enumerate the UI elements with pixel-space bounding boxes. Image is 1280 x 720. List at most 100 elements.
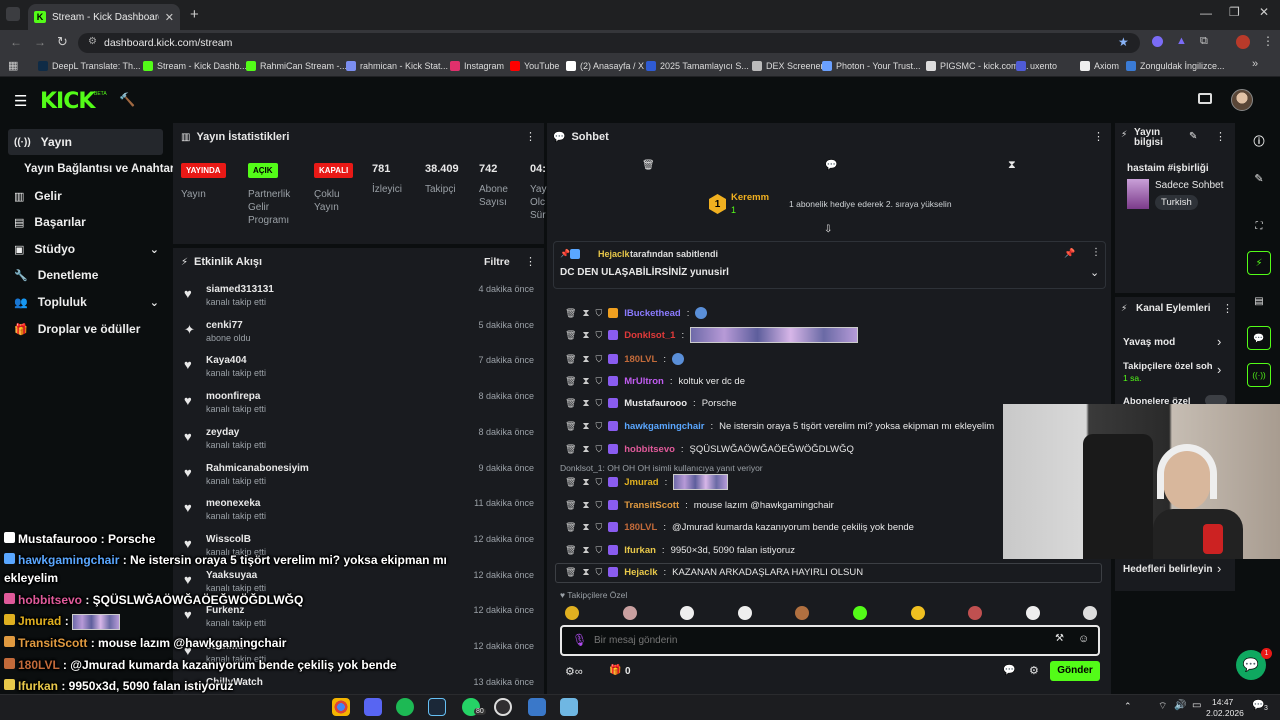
bookmark-item[interactable]: YouTube — [510, 61, 559, 71]
channel-actions-menu-icon[interactable]: ⋮ — [1222, 302, 1233, 315]
chat-message[interactable]: 🗑 ⧗ ⛉ Jmurad: — [565, 473, 734, 491]
nav-item-droplar[interactable]: 🎁 Droplar ve ödüller — [8, 316, 163, 342]
chat-message[interactable]: 🗑 ⧗ ⛉ TransitScott: mouse lazım @hawkgamingc… — [565, 496, 834, 514]
activity-row[interactable]: ♥ zeyday kanalı takip etti 8 dakika önce — [180, 427, 540, 461]
tab-close-icon[interactable]: ✕ — [165, 11, 174, 24]
chat-settings-bubble-icon[interactable]: 💬 — [1003, 665, 1015, 676]
tray-chevron-icon[interactable]: ⌃ — [1124, 701, 1132, 712]
channel-points-icon[interactable]: ⚙∞ — [565, 665, 583, 678]
bookmark-item[interactable]: Instagram — [450, 61, 504, 71]
timeout-icon[interactable]: ⧗ — [582, 477, 589, 488]
emote-shortcut-icon[interactable] — [968, 606, 983, 620]
timeout-icon[interactable]: ⧗ — [582, 500, 589, 511]
delete-message-icon[interactable]: 🗑 — [565, 354, 576, 365]
delete-message-icon[interactable]: 🗑 — [565, 421, 576, 432]
stats-menu-icon[interactable]: ⋮ — [525, 130, 536, 143]
studio-switch-icon[interactable] — [1198, 93, 1212, 104]
timeout-icon[interactable]: ⧗ — [582, 398, 589, 409]
mod-shield-icon[interactable]: ⛉ — [595, 444, 602, 455]
hamburger-menu-icon[interactable]: ☰ — [14, 92, 27, 110]
emote-shortcut-icon[interactable] — [565, 606, 579, 620]
mod-shield-icon[interactable]: ⛉ — [595, 567, 602, 578]
send-button[interactable]: Gönder — [1050, 661, 1100, 681]
mod-shield-icon[interactable]: ⛉ — [595, 421, 602, 432]
url-text[interactable]: dashboard.kick.com/stream — [104, 37, 232, 49]
nav-item-topluluk[interactable]: 👥 Topluluk ⌄ — [8, 289, 163, 315]
maximize-button[interactable]: ❐ — [1229, 5, 1240, 19]
chat-message[interactable]: 🗑 ⧗ ⛉ Ifurkan:9950×3d, 5090 falan istiyoruz — [565, 541, 795, 559]
user-avatar[interactable] — [1231, 89, 1253, 111]
activity-menu-icon[interactable]: ⋮ — [525, 255, 536, 268]
bookmark-item[interactable]: Stream - Kick Dashb... — [143, 61, 247, 71]
profile-avatar-icon[interactable] — [1236, 35, 1250, 49]
emote-shortcut-icon[interactable] — [853, 606, 867, 620]
extension-icon-2[interactable]: ▲ — [1176, 35, 1187, 47]
activity-row[interactable]: ♥ meonexeka kanalı takip etti 11 dakika önc… — [180, 498, 540, 532]
bookmark-item[interactable]: (2) Anasayfa / X — [566, 61, 644, 71]
chat-username[interactable]: hawkgamingchair — [624, 421, 704, 432]
minimize-button[interactable]: — — [1200, 6, 1212, 20]
delete-message-icon[interactable]: 🗑 — [565, 376, 576, 387]
emote-shortcut-icon[interactable] — [737, 606, 752, 620]
mod-shield-icon[interactable]: ⛉ — [595, 354, 602, 365]
clock-date[interactable]: 2.02.2026 — [1206, 708, 1244, 718]
bookmark-item[interactable]: uxento — [1016, 61, 1057, 71]
pinned-expand-chevron-icon[interactable]: ⌄ — [1090, 266, 1099, 279]
document-icon[interactable]: ▤ — [1247, 289, 1271, 313]
pinned-menu-icon[interactable]: ⋮ — [1091, 247, 1101, 258]
delete-message-icon[interactable]: 🗑 — [565, 330, 576, 341]
mod-shield-icon[interactable]: ⛉ — [595, 545, 602, 556]
emote-shortcut-icon[interactable] — [795, 606, 810, 620]
edit-pencil-icon[interactable]: ✎ — [1189, 131, 1197, 142]
mod-shield-icon[interactable]: ⛉ — [595, 500, 602, 511]
pinned-message[interactable]: 📌 Hejaclk tarafından sabitlendi DC DEN U… — [553, 241, 1106, 289]
chat-input[interactable] — [594, 632, 1034, 649]
tray-volume-icon[interactable]: 🔊 — [1174, 700, 1186, 711]
mod-shield-icon[interactable]: ⛉ — [595, 398, 602, 409]
bookmark-item[interactable]: rahmican - Kick Stat... — [346, 61, 448, 71]
chat-message[interactable]: 🗑 ⧗ ⛉ Donklsot_1: — [565, 326, 864, 344]
emoji-picker-icon[interactable]: ☺ — [1078, 633, 1089, 645]
delete-message-icon[interactable]: 🗑 — [565, 500, 576, 511]
bookmark-item[interactable]: DEX Screener — [752, 61, 824, 71]
bookmark-item[interactable]: DeepL Translate: Th... — [38, 61, 141, 71]
steam-taskbar-icon[interactable] — [428, 698, 446, 716]
notes-taskbar-icon[interactable] — [560, 698, 578, 716]
bookmark-item[interactable]: 2025 Tamamlayıcı S... — [646, 61, 749, 71]
chat-settings-gear-icon[interactable]: ⚙ — [1029, 664, 1039, 677]
new-tab-button[interactable]: + — [190, 6, 199, 23]
timeout-icon[interactable]: ⧗ — [582, 545, 589, 556]
fullscreen-icon[interactable]: ⛶ — [1247, 214, 1271, 238]
emote-shortcut-icon[interactable] — [680, 606, 695, 620]
delete-message-icon[interactable]: 🗑 — [565, 308, 576, 319]
emote-shortcut-icon[interactable] — [910, 606, 925, 620]
nav-item-yayin-baglantisi[interactable]: Yayın Bağlantısı ve Anahtarı — [8, 156, 178, 182]
activity-row[interactable]: ♥ Rahmicanabonesiyim kanalı takip etti 9 da… — [180, 463, 540, 497]
chat-username[interactable]: Donklsot_1 — [624, 330, 675, 341]
hourglass-icon[interactable]: ⧗ — [1008, 159, 1016, 172]
chat-message[interactable]: 🗑 ⧗ ⛉ MrUltron: koltuk ver dc de — [565, 372, 745, 390]
timeout-icon[interactable]: ⧗ — [582, 567, 589, 578]
timeout-icon[interactable]: ⧗ — [582, 308, 589, 319]
bookmark-item[interactable]: PIGSMC - kick.com/... — [926, 61, 1029, 71]
bookmark-star-icon[interactable]: ★ — [1118, 35, 1129, 49]
extensions-puzzle-icon[interactable]: ⧉ — [1200, 35, 1208, 48]
unpin-icon[interactable]: 📌 — [1064, 248, 1075, 259]
extension-icon[interactable] — [1152, 36, 1163, 47]
chat-username[interactable]: Ifurkan — [624, 545, 656, 556]
chrome-taskbar-icon[interactable] — [332, 698, 350, 716]
bookmark-item[interactable]: Photon - Your Trust... — [822, 61, 921, 71]
goals-row[interactable]: Hedefleri belirleyin › — [1115, 560, 1235, 580]
delete-message-icon[interactable]: 🗑 — [565, 477, 576, 488]
timeout-icon[interactable]: ⧗ — [582, 330, 589, 341]
mod-shield-icon[interactable]: ⛉ — [595, 330, 602, 341]
chat-bubble-tab-icon[interactable]: 💬 — [825, 160, 837, 171]
apps-grid-icon[interactable]: ▦ — [8, 59, 18, 72]
back-icon[interactable]: ← — [10, 35, 22, 49]
chat-username[interactable]: MrUltron — [624, 376, 664, 387]
chat-message[interactable]: 🗑 ⧗ ⛉ hawkgamingchair: Ne istersin oraya 5 t… — [565, 417, 994, 435]
obs-taskbar-icon[interactable] — [494, 698, 512, 716]
chat-message[interactable]: 🗑 ⧗ ⛉ hobbitsevo: ŞQÜSLWĞAÖWĞAÖEĞWÖĞDLWĞQ — [565, 440, 854, 458]
delete-message-icon[interactable]: 🗑 — [565, 444, 576, 455]
chat-input-box[interactable]: 🎙 ⚒ ☺ — [560, 625, 1100, 656]
